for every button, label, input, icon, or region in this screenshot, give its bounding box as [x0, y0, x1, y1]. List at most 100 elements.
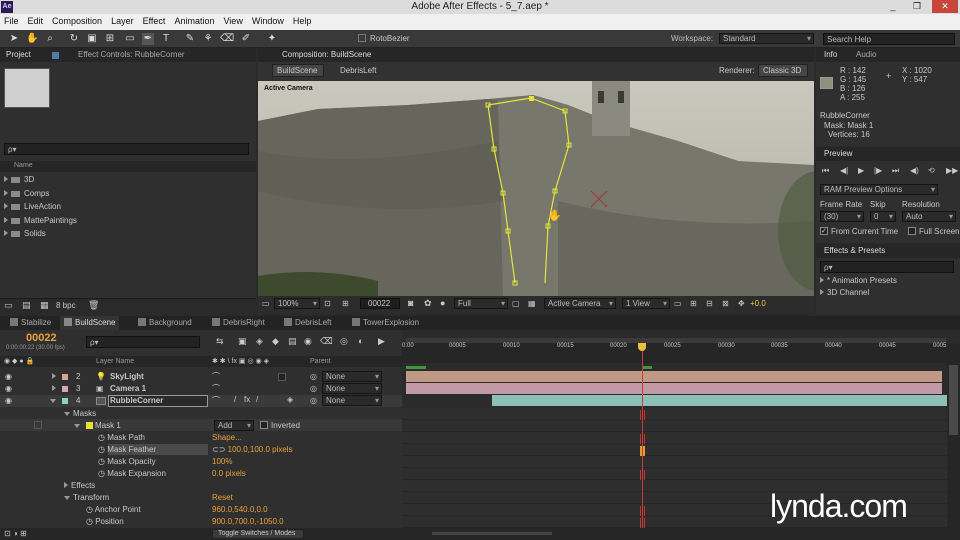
- close-button[interactable]: ✕: [932, 0, 958, 13]
- table-row[interactable]: ◉ 4 RubbleCorner ⌒ / fx / ◈ ◎ None: [0, 395, 402, 407]
- stopwatch-icon[interactable]: ◷: [86, 505, 95, 514]
- parent-dropdown[interactable]: None: [322, 371, 382, 382]
- skip-dropdown[interactable]: 0: [870, 211, 896, 222]
- timeline-timecode[interactable]: 00022: [26, 332, 57, 344]
- first-frame-icon[interactable]: ⏮: [822, 166, 829, 176]
- tab-buildscene[interactable]: BuildScene: [60, 316, 120, 330]
- current-time-indicator[interactable]: [642, 343, 643, 528]
- list-item[interactable]: 3D: [4, 175, 34, 184]
- eraser-tool-icon[interactable]: ⌫: [220, 33, 234, 45]
- 3d-layer-switch-icon[interactable]: ◈: [287, 395, 293, 404]
- frame-rate-dropdown[interactable]: (30): [820, 211, 864, 222]
- tab-info[interactable]: Info: [820, 48, 841, 62]
- pickwhip-icon[interactable]: ◎: [310, 372, 317, 381]
- type-tool-icon[interactable]: T: [160, 33, 172, 45]
- tab-preview[interactable]: Preview: [820, 147, 856, 161]
- tab-stabilize[interactable]: Stabilize: [6, 316, 55, 330]
- view-layout-dropdown[interactable]: 1 View: [622, 298, 670, 309]
- mask-expansion-row[interactable]: ◷ Mask Expansion: [98, 469, 166, 478]
- draft-3d-icon[interactable]: ◈: [256, 336, 263, 347]
- menu-file[interactable]: File: [0, 14, 24, 26]
- minimize-button[interactable]: _: [882, 0, 904, 13]
- masks-group[interactable]: Masks: [64, 409, 96, 418]
- renderer-value[interactable]: Classic 3D: [763, 66, 801, 75]
- list-item[interactable]: * Animation Presets: [820, 276, 897, 285]
- eye-icon[interactable]: ◉: [5, 396, 12, 405]
- layer-name[interactable]: Camera 1: [110, 384, 146, 393]
- prev-frame-icon[interactable]: ◀|: [840, 166, 848, 175]
- shy-switch-icon[interactable]: ⌒: [212, 371, 220, 382]
- menu-layer[interactable]: Layer: [107, 14, 139, 26]
- always-preview-icon[interactable]: ▭: [262, 299, 270, 308]
- tab-audio[interactable]: Audio: [852, 48, 880, 62]
- tab-debrisright[interactable]: DebrisRight: [208, 316, 269, 330]
- current-time-field[interactable]: 00022: [368, 299, 390, 308]
- zoom-tool-icon[interactable]: ⌕: [44, 33, 56, 45]
- exposure-value[interactable]: +0.0: [750, 299, 766, 308]
- puppet-tool-icon[interactable]: ✦: [266, 33, 278, 45]
- mask-feather-value[interactable]: ⊂⊃ 100.0,100.0 pixels: [212, 445, 293, 454]
- project-search-input[interactable]: ρ▾: [4, 143, 249, 155]
- label-color[interactable]: [62, 398, 68, 404]
- pickwhip-icon[interactable]: ◎: [310, 384, 317, 393]
- list-item[interactable]: 3D Channel: [820, 288, 869, 297]
- layer-name[interactable]: SkyLight: [110, 372, 144, 381]
- anchor-point-row[interactable]: ◷ Anchor Point: [86, 505, 141, 514]
- render-icon[interactable]: ▶: [378, 336, 385, 347]
- eye-icon[interactable]: ◉: [5, 384, 12, 393]
- comp-viewer[interactable]: Active Camera ✋: [258, 81, 814, 296]
- playhead-icon[interactable]: [638, 343, 646, 351]
- breadcrumb-buildscene[interactable]: BuildScene: [277, 66, 317, 75]
- graph-editor-icon[interactable]: ◎: [340, 336, 348, 347]
- trash-icon[interactable]: 🗑: [88, 300, 99, 311]
- ram-preview-dropdown[interactable]: RAM Preview Options: [820, 184, 938, 195]
- auto-keyframe-icon[interactable]: ◐: [358, 336, 363, 346]
- list-item[interactable]: LiveAction: [4, 202, 61, 211]
- stopwatch-icon[interactable]: ◷: [98, 445, 107, 454]
- interpret-footage-icon[interactable]: ▭: [4, 300, 13, 311]
- motion-blur-icon[interactable]: ◉: [304, 336, 312, 347]
- shy-switch-icon[interactable]: ⌒: [212, 395, 220, 406]
- stopwatch-icon[interactable]: ◷: [98, 457, 107, 466]
- motion-blur-switch-icon[interactable]: /: [256, 395, 258, 404]
- workspace-dropdown[interactable]: Standard: [719, 33, 814, 44]
- timeline-search-input[interactable]: ρ▾: [86, 336, 200, 348]
- shy-switch-icon[interactable]: ⌒: [212, 383, 220, 394]
- menu-composition[interactable]: Composition: [48, 14, 107, 26]
- menu-effect[interactable]: Effect: [139, 14, 171, 26]
- menu-edit[interactable]: Edit: [24, 14, 49, 26]
- tab-project[interactable]: Project: [2, 48, 35, 62]
- inverted-checkbox[interactable]: Inverted: [260, 421, 300, 430]
- safe-zones-icon[interactable]: ⊞: [342, 299, 349, 308]
- expand-triangle-icon[interactable]: [52, 372, 59, 381]
- transparency-grid-icon[interactable]: ▦: [528, 299, 536, 308]
- bottom-switches-icon[interactable]: ⊡ ◑ ⊞: [4, 529, 27, 538]
- play-icon[interactable]: ▶: [858, 166, 864, 175]
- table-row[interactable]: ◉ 2 💡 SkyLight ⌒ ◎ None: [0, 371, 402, 383]
- toggle-switches-modes-button[interactable]: Toggle Switches / Modes: [218, 530, 295, 537]
- tab-effects-presets[interactable]: Effects & Presets: [820, 244, 889, 258]
- stopwatch-icon[interactable]: ◷: [98, 469, 107, 478]
- effects-group[interactable]: Effects: [64, 481, 95, 490]
- position-value[interactable]: 900.0,700.0,-1050.0: [212, 517, 284, 526]
- view-camera-dropdown[interactable]: Active Camera: [544, 298, 616, 309]
- resolution-dropdown[interactable]: Auto: [902, 211, 956, 222]
- full-screen-checkbox[interactable]: Full Screen: [908, 227, 959, 236]
- tab-towerexplosion[interactable]: TowerExplosion: [348, 316, 423, 330]
- exposure-reset-icon[interactable]: ✥: [738, 299, 745, 308]
- breadcrumb-debrisleft[interactable]: DebrisLeft: [340, 66, 376, 75]
- zoom-slider[interactable]: [432, 532, 552, 535]
- list-item[interactable]: Solids: [4, 229, 46, 238]
- eye-icon[interactable]: ◉: [5, 372, 12, 381]
- name-column-header[interactable]: Name: [14, 162, 33, 169]
- layer-name-column-header[interactable]: Layer Name: [96, 358, 134, 365]
- brainstorm-icon[interactable]: ⌫: [320, 336, 333, 347]
- label-color[interactable]: [62, 386, 68, 392]
- expand-triangle-icon[interactable]: [50, 396, 59, 405]
- next-frame-icon[interactable]: |▶: [874, 166, 882, 175]
- mask-mode-dropdown[interactable]: Add: [214, 420, 254, 431]
- list-item[interactable]: Comps: [4, 189, 49, 198]
- parent-column-header[interactable]: Parent: [310, 358, 331, 365]
- mask-feather-row[interactable]: ◷ Mask Feather: [98, 445, 156, 454]
- toggle-pixel-aspect-icon[interactable]: ▭: [674, 299, 682, 308]
